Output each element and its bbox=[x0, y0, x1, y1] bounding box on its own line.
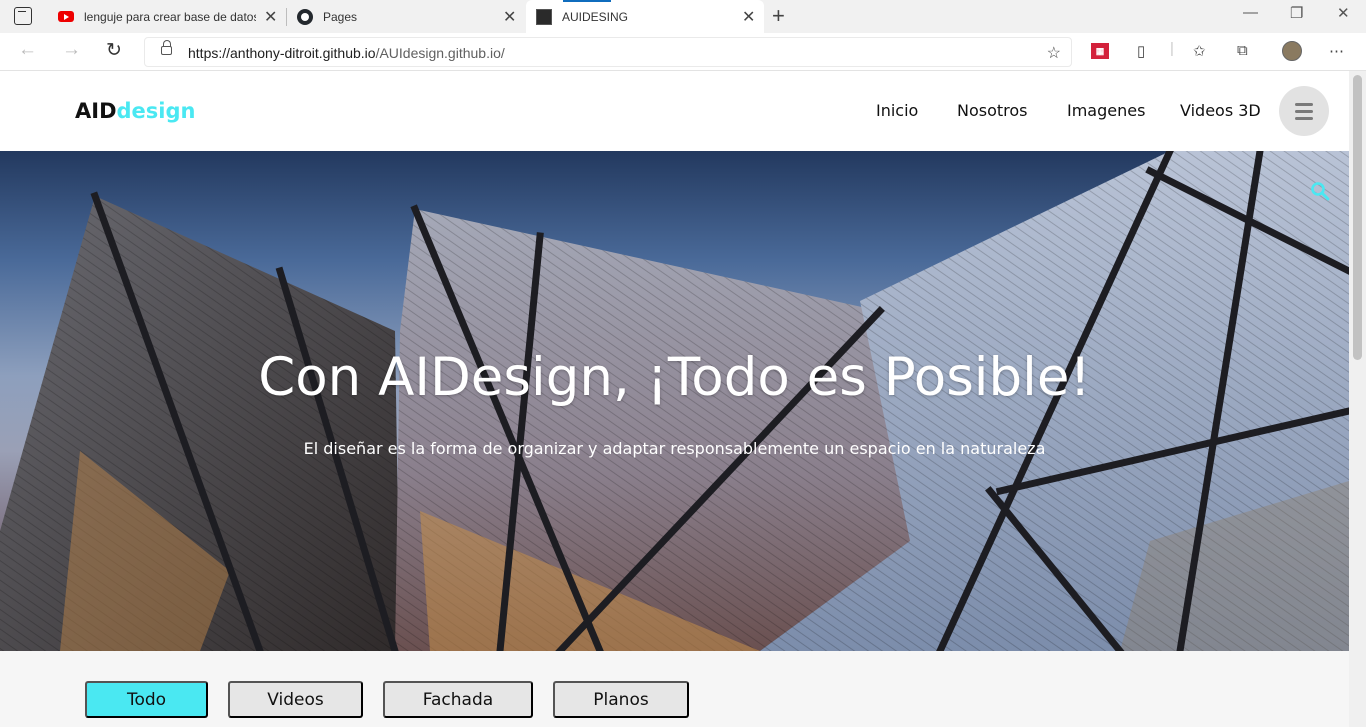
reading-view-icon[interactable]: ▯ bbox=[1137, 42, 1145, 60]
tab-title: Pages bbox=[323, 9, 358, 24]
tab-title: AUIDESING bbox=[562, 9, 629, 24]
forward-icon[interactable]: → bbox=[62, 39, 81, 61]
filter-todo-button[interactable]: Todo bbox=[85, 681, 208, 718]
browser-tab-active[interactable]: AUIDESING ✕ bbox=[526, 0, 764, 33]
page-scrollbar[interactable] bbox=[1349, 71, 1366, 727]
youtube-icon bbox=[58, 9, 74, 25]
nav-videos-3d[interactable]: Videos 3D bbox=[1180, 101, 1261, 120]
scrollbar-thumb[interactable] bbox=[1353, 75, 1362, 360]
filter-fachada-button[interactable]: Fachada bbox=[383, 681, 533, 718]
collections-icon[interactable]: ⧉ bbox=[1237, 42, 1248, 59]
nav-imagenes[interactable]: Imagenes bbox=[1067, 101, 1145, 120]
web-page: AIDdesign Inicio Nosotros Imagenes Video… bbox=[0, 71, 1349, 727]
site-header: AIDdesign Inicio Nosotros Imagenes Video… bbox=[0, 71, 1349, 151]
hero-subtitle: El diseñar es la forma de organizar y ad… bbox=[303, 439, 1046, 458]
site-logo[interactable]: AIDdesign bbox=[75, 99, 195, 123]
close-tab-icon[interactable]: ✕ bbox=[742, 7, 755, 27]
back-icon[interactable]: ← bbox=[18, 39, 37, 61]
profile-avatar[interactable] bbox=[1282, 41, 1302, 61]
nav-inicio[interactable]: Inicio bbox=[876, 101, 918, 120]
toolbar-divider: | bbox=[1170, 40, 1174, 57]
nav-nosotros[interactable]: Nosotros bbox=[957, 101, 1028, 120]
more-options-icon[interactable]: ⋯ bbox=[1329, 42, 1344, 60]
active-tab-indicator bbox=[563, 0, 611, 2]
hero-banner: Con AIDesign, ¡Todo es Posible! El diseñ… bbox=[0, 151, 1349, 651]
gallery-filters: Todo Videos Fachada Planos bbox=[0, 651, 1349, 727]
lock-icon[interactable] bbox=[161, 40, 172, 55]
github-icon bbox=[297, 8, 313, 25]
extension-icon[interactable]: ▦ bbox=[1091, 43, 1109, 59]
minimize-icon[interactable]: — bbox=[1243, 4, 1258, 21]
search-icon[interactable] bbox=[1310, 181, 1330, 201]
close-tab-icon[interactable]: ✕ bbox=[264, 7, 277, 27]
reload-icon[interactable]: ↻ bbox=[106, 39, 122, 62]
filter-videos-button[interactable]: Videos bbox=[228, 681, 363, 718]
tab-actions-icon[interactable] bbox=[14, 7, 32, 25]
close-tab-icon[interactable]: ✕ bbox=[503, 7, 516, 27]
address-bar[interactable]: https://anthony-ditroit.github.io/AUIdes… bbox=[144, 37, 1072, 67]
favorites-icon[interactable]: ✩ bbox=[1193, 42, 1206, 60]
add-favorite-icon[interactable]: ☆ bbox=[1047, 43, 1061, 63]
site-icon bbox=[536, 8, 552, 25]
browser-tab-youtube[interactable]: lenguje para crear base de datos ✕ bbox=[48, 0, 286, 33]
hero-title: Con AIDesign, ¡Todo es Posible! bbox=[258, 347, 1091, 408]
new-tab-icon[interactable]: + bbox=[772, 3, 785, 29]
browser-tabstrip: lenguje para crear base de datos ✕ Pages… bbox=[0, 0, 1366, 33]
filter-planos-button[interactable]: Planos bbox=[553, 681, 689, 718]
browser-toolbar: ← → ↻ https://anthony-ditroit.github.io/… bbox=[0, 33, 1366, 71]
close-window-icon[interactable]: ✕ bbox=[1337, 4, 1350, 22]
menu-icon[interactable] bbox=[1279, 86, 1329, 136]
url-text[interactable]: https://anthony-ditroit.github.io/AUIdes… bbox=[188, 45, 505, 61]
tab-title: lenguje para crear base de datos bbox=[84, 9, 256, 24]
browser-tab-github[interactable]: Pages ✕ bbox=[287, 0, 525, 33]
restore-icon[interactable]: ❐ bbox=[1290, 4, 1303, 22]
